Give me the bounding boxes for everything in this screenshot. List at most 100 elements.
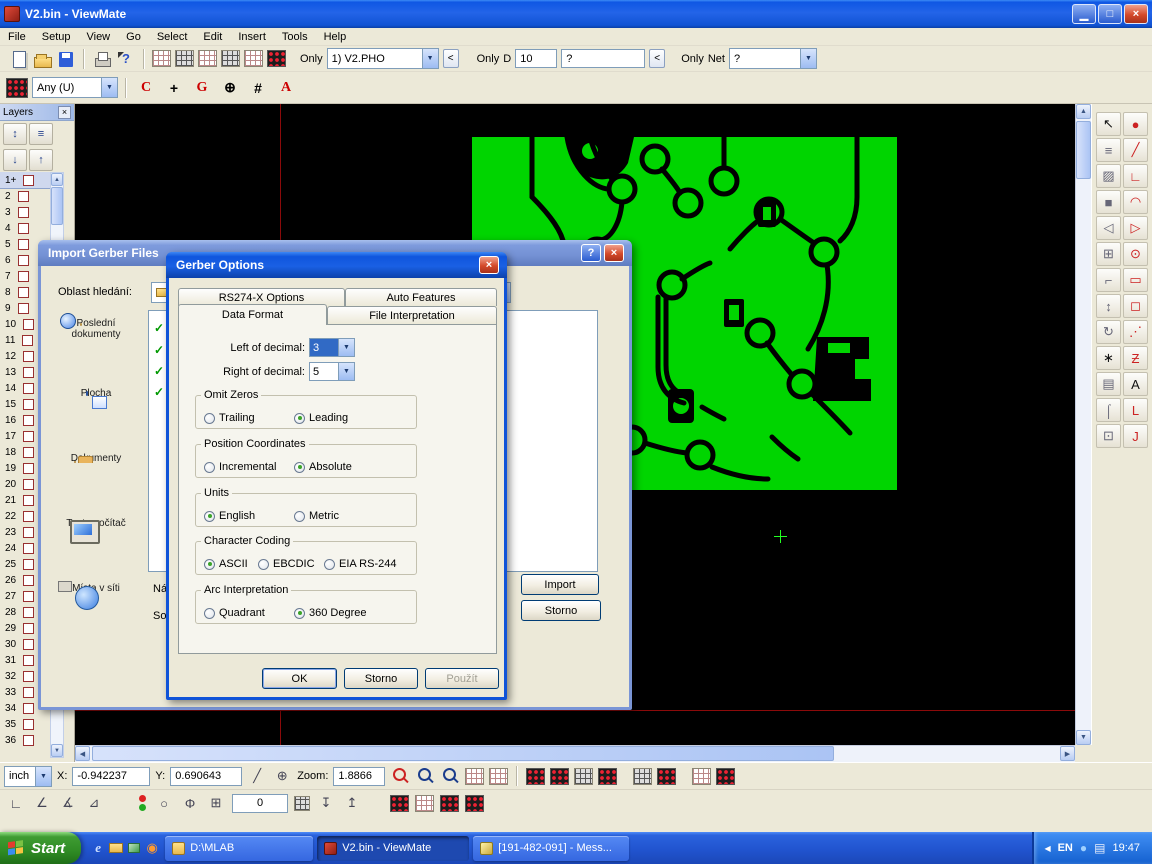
polyline-tool-icon[interactable]: ∟ [1123,164,1148,188]
measure-angle-icon[interactable]: ∠ [32,794,52,813]
anchor-down-icon[interactable]: ↧ [316,794,336,813]
j-shape-tool-icon[interactable]: J [1123,424,1148,448]
pad-grid-icon[interactable]: # [246,76,270,100]
layer-row[interactable]: 2 [0,188,50,204]
units-combo[interactable]: inch ▼ [4,766,52,787]
radio-quadrant[interactable]: Quadrant [204,607,265,619]
layer-color-chip[interactable] [18,223,29,234]
rotate-tool-icon[interactable]: ↻ [1096,320,1121,344]
grid-size-field[interactable]: 0 [232,794,288,813]
scroll-down-icon[interactable]: ▼ [1076,730,1091,745]
place-network[interactable]: Místa v síti [51,583,141,594]
radio-trailing[interactable]: Trailing [204,412,255,424]
probe-tool-icon[interactable]: ⌠ [1096,398,1121,422]
triangle-ruler-icon[interactable]: ⊿ [84,794,104,813]
anchor-up-icon[interactable]: ↥ [342,794,362,813]
layer-color-chip[interactable] [23,575,34,586]
layer-up-button[interactable]: ↑ [29,149,53,171]
copy-tool-icon[interactable]: ⊡ [1096,424,1121,448]
layer-color-chip[interactable] [18,207,29,218]
scroll-right-icon[interactable]: ▶ [1060,746,1075,761]
layer-color-chip[interactable] [23,671,34,682]
aperture-shape-combo[interactable]: Any (U) ▼ [32,77,118,98]
chevron-down-icon[interactable]: ▼ [800,49,816,68]
chevron-down-icon[interactable]: ▼ [422,49,438,68]
layer-color-chip[interactable] [23,463,34,474]
apply-button[interactable]: Použít [425,668,499,689]
layer-row[interactable]: 36 [0,732,50,748]
layer-color-chip[interactable] [23,735,34,746]
layer-color-chip[interactable] [23,367,34,378]
dcode-table-icon[interactable] [489,768,508,785]
settings-gear-icon[interactable]: ∗ [1096,346,1121,370]
layer-color-chip[interactable] [23,415,34,426]
x-coordinate-field[interactable]: -0.942237 [72,767,150,786]
target-icon[interactable]: ⊕ [218,76,242,100]
dialog-close-icon[interactable]: × [604,244,624,262]
grid-view-icon[interactable] [692,768,711,785]
flash-pattern-icon-4[interactable] [465,795,484,812]
vertical-scrollbar[interactable]: ▲ ▼ [1075,104,1091,745]
object-query-icon[interactable] [221,50,240,67]
prev-dcode-button[interactable]: < [649,49,665,68]
trace-pattern-icon-2[interactable] [657,768,676,785]
pad-pattern-icon-2[interactable] [550,768,569,785]
move-tool-icon[interactable]: ↕ [1096,294,1121,318]
place-desktop[interactable]: Plocha [51,388,141,399]
tab-file-interpretation[interactable]: File Interpretation [327,306,497,324]
radio-incremental[interactable]: Incremental [204,461,276,473]
line-tool-icon[interactable]: ╱ [1123,138,1148,162]
ruler-corner-icon[interactable]: ∟ [6,794,26,813]
layers-close-icon[interactable]: × [58,106,71,119]
layer-color-chip[interactable] [23,639,34,650]
aperture-info-icon[interactable] [175,50,194,67]
layer-color-chip[interactable] [23,559,34,570]
zoom-window-icon[interactable] [415,766,435,786]
prev-file-button[interactable]: < [443,49,459,68]
only-net-label[interactable]: Only [681,53,704,65]
distance-measure-icon[interactable] [244,50,263,67]
arc-tool-icon[interactable]: ◠ [1123,190,1148,214]
origin-icon[interactable]: ⊕ [272,767,292,786]
objects-list-icon[interactable]: ≡ [1096,138,1121,162]
dotted-line-tool-icon[interactable]: ⋰ [1123,320,1148,344]
dcode-filter-input[interactable]: ? [561,49,645,68]
menu-item[interactable]: Select [149,29,196,45]
start-button[interactable]: Start [0,832,81,864]
clock[interactable]: 19:47 [1112,842,1140,854]
dcode-input[interactable]: 10 [515,49,557,68]
radio-absolute[interactable]: Absolute [294,461,352,473]
pad-pattern-icon-1[interactable] [526,768,545,785]
place-documents[interactable]: Dokumenty [51,453,141,464]
layer-color-chip[interactable] [23,511,34,522]
grid-toggle-icon[interactable]: ⊞ [206,794,226,813]
l-shape-tool-icon[interactable]: L [1123,398,1148,422]
layers-panel-header[interactable]: Layers × [0,104,74,121]
tab-data-format[interactable]: Data Format [178,304,327,325]
text-tool-icon[interactable]: A [1123,372,1148,396]
trace-pattern-icon-1[interactable] [633,768,652,785]
right-of-decimal-combo[interactable]: 5 ▼ [309,362,355,381]
minimize-button[interactable]: ▁ [1072,4,1096,24]
layer-color-chip[interactable] [23,383,34,394]
ok-button[interactable]: OK [262,668,337,689]
menu-item[interactable]: File [0,29,34,45]
gerber-dialog-titlebar[interactable]: Gerber Options × [166,252,507,278]
chevron-down-icon[interactable]: ▼ [101,78,117,97]
maximize-button[interactable]: □ [1098,4,1122,24]
layer-color-chip[interactable] [18,239,29,250]
chevron-down-icon[interactable]: ▼ [35,767,51,786]
dashed-rect-tool-icon[interactable]: ◻ [1123,294,1148,318]
scrollbar-thumb[interactable] [92,746,834,761]
taskbar-task-viewmate[interactable]: V2.bin - ViewMate [317,836,469,861]
snap-diagonal-icon[interactable]: ╱ [247,767,267,786]
only-file-label[interactable]: Only [300,53,323,65]
layer-color-chip[interactable] [22,335,33,346]
circle-tool-icon[interactable]: ⊙ [1123,242,1148,266]
pad-pattern-icon-4[interactable] [598,768,617,785]
layer-color-chip[interactable] [23,623,34,634]
flash-pattern-icon-1[interactable] [390,795,409,812]
layer-color-chip[interactable] [23,351,34,362]
layer-color-chip[interactable] [23,319,34,330]
new-file-icon[interactable] [8,49,28,69]
